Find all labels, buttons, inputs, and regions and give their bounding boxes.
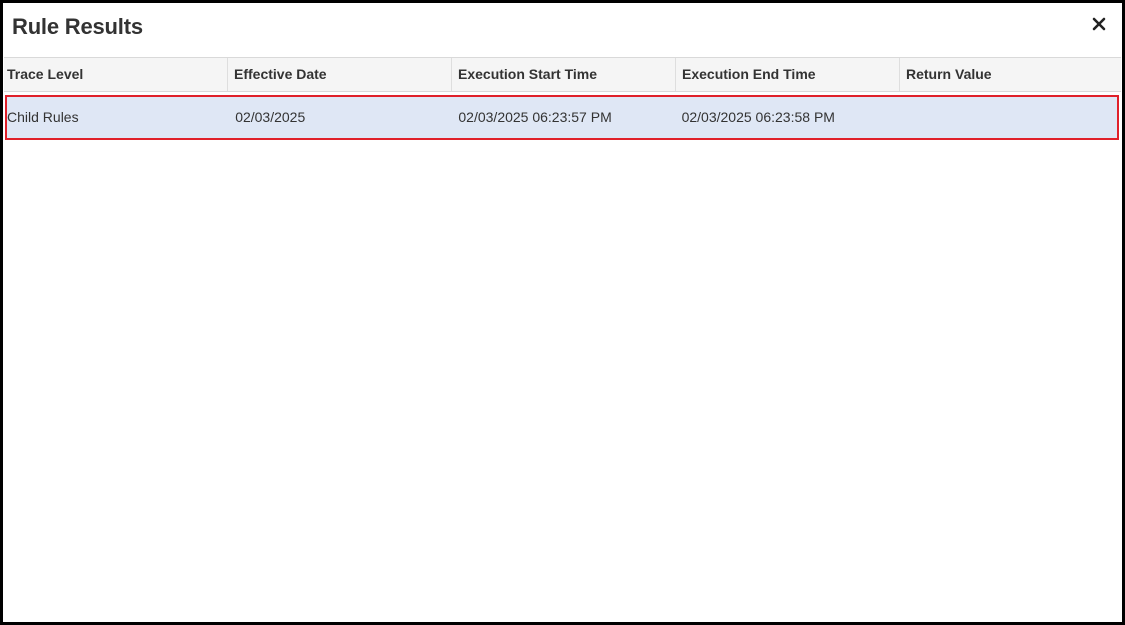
cell-trace-level: Child Rules bbox=[7, 109, 79, 125]
close-icon bbox=[1092, 17, 1106, 31]
close-button[interactable] bbox=[1088, 13, 1110, 35]
grid-header: Trace Level Effective Date Execution Sta… bbox=[4, 57, 1121, 92]
cell-return-value bbox=[900, 97, 1117, 138]
cell-execution-start-time: 02/03/2025 06:23:57 PM bbox=[458, 109, 612, 125]
column-header-return-value[interactable]: Return Value bbox=[900, 58, 1121, 91]
results-grid: Trace Level Effective Date Execution Sta… bbox=[4, 57, 1121, 621]
column-header-execution-start-time[interactable]: Execution Start Time bbox=[452, 58, 676, 91]
cell-effective-date: 02/03/2025 bbox=[235, 109, 306, 125]
cell-execution-end-time: 02/03/2025 06:23:58 PM bbox=[681, 109, 835, 125]
column-header-execution-end-time[interactable]: Execution End Time bbox=[676, 58, 900, 91]
dialog-title-bar: Rule Results bbox=[3, 3, 1122, 57]
column-header-trace-level[interactable]: Trace Level bbox=[4, 58, 228, 91]
dialog-title: Rule Results bbox=[12, 14, 143, 39]
column-header-effective-date[interactable]: Effective Date bbox=[228, 58, 452, 91]
table-row[interactable]: Child Rules 02/03/2025 02/03/2025 06:23:… bbox=[5, 95, 1119, 140]
rule-results-dialog: Rule Results Trace Level Effective Date … bbox=[0, 0, 1125, 625]
